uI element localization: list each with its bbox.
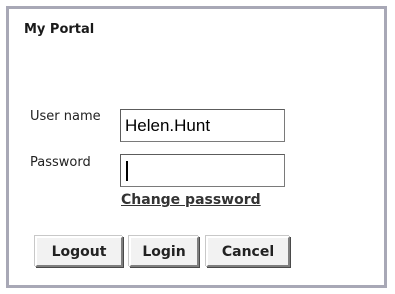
logout-button[interactable]: Logout (35, 236, 123, 267)
password-label: Password (30, 155, 91, 170)
password-field[interactable] (120, 154, 285, 187)
login-button[interactable]: Login (129, 236, 199, 267)
change-password-link[interactable]: Change password (121, 192, 261, 208)
username-label: User name (30, 109, 101, 124)
cancel-button[interactable]: Cancel (206, 236, 290, 267)
text-cursor (126, 161, 128, 181)
username-field[interactable] (120, 109, 285, 142)
portal-title: My Portal (24, 22, 95, 37)
